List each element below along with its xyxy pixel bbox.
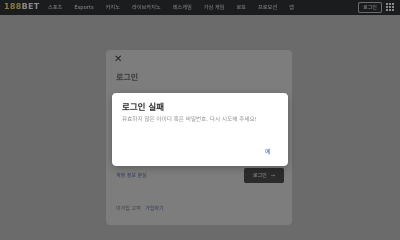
nav-item-app[interactable]: 앱: [289, 4, 294, 11]
no-account-label: 미가입 고객: [116, 206, 141, 212]
dialog-ok-button[interactable]: 예: [265, 147, 271, 156]
signup-link[interactable]: 가입하기: [145, 206, 163, 212]
close-icon[interactable]: ✕: [114, 55, 122, 65]
nav-item-lotto[interactable]: 로또: [236, 4, 246, 11]
main-nav: 스포츠 Esports 카지노 라이브카지노 레스게임 가상 게임 로또 프로모…: [48, 0, 306, 15]
signup-row: 미가입 고객 가입하기: [116, 205, 164, 212]
nav-item-virtual-games[interactable]: 가상 게임: [204, 4, 225, 11]
nav-item-live-casino[interactable]: 라이브카지노: [132, 4, 161, 11]
nav-item-promotions[interactable]: 프로모션: [258, 4, 277, 11]
login-submit-button[interactable]: 로그인 →: [244, 168, 284, 183]
top-nav-bar: 188BET 스포츠 Esports 카지노 라이브카지노 레스게임 가상 게임…: [0, 0, 400, 15]
forgot-account-link[interactable]: 계정 정보 분실: [116, 172, 147, 179]
arrow-right-icon: →: [270, 172, 275, 179]
login-panel-title: 로그인: [116, 73, 139, 82]
apps-grid-icon[interactable]: [386, 3, 395, 12]
nav-item-sports[interactable]: 스포츠: [48, 4, 62, 11]
nav-item-race-games[interactable]: 레스게임: [173, 4, 192, 11]
login-submit-label: 로그인: [252, 173, 267, 179]
nav-item-casino[interactable]: 카지노: [106, 4, 120, 11]
site-logo[interactable]: 188BET: [4, 2, 40, 13]
nav-item-esports[interactable]: Esports: [74, 5, 93, 11]
dialog-title: 로그인 실패: [122, 103, 165, 113]
login-failed-dialog: 로그인 실패 유효하지 않은 아이디 혹은 비밀번호. 다시 시도해 주세요! …: [112, 93, 288, 166]
dialog-message: 유효하지 않은 아이디 혹은 비밀번호. 다시 시도해 주세요!: [122, 117, 257, 123]
header-login-button[interactable]: 로그인: [358, 2, 382, 13]
